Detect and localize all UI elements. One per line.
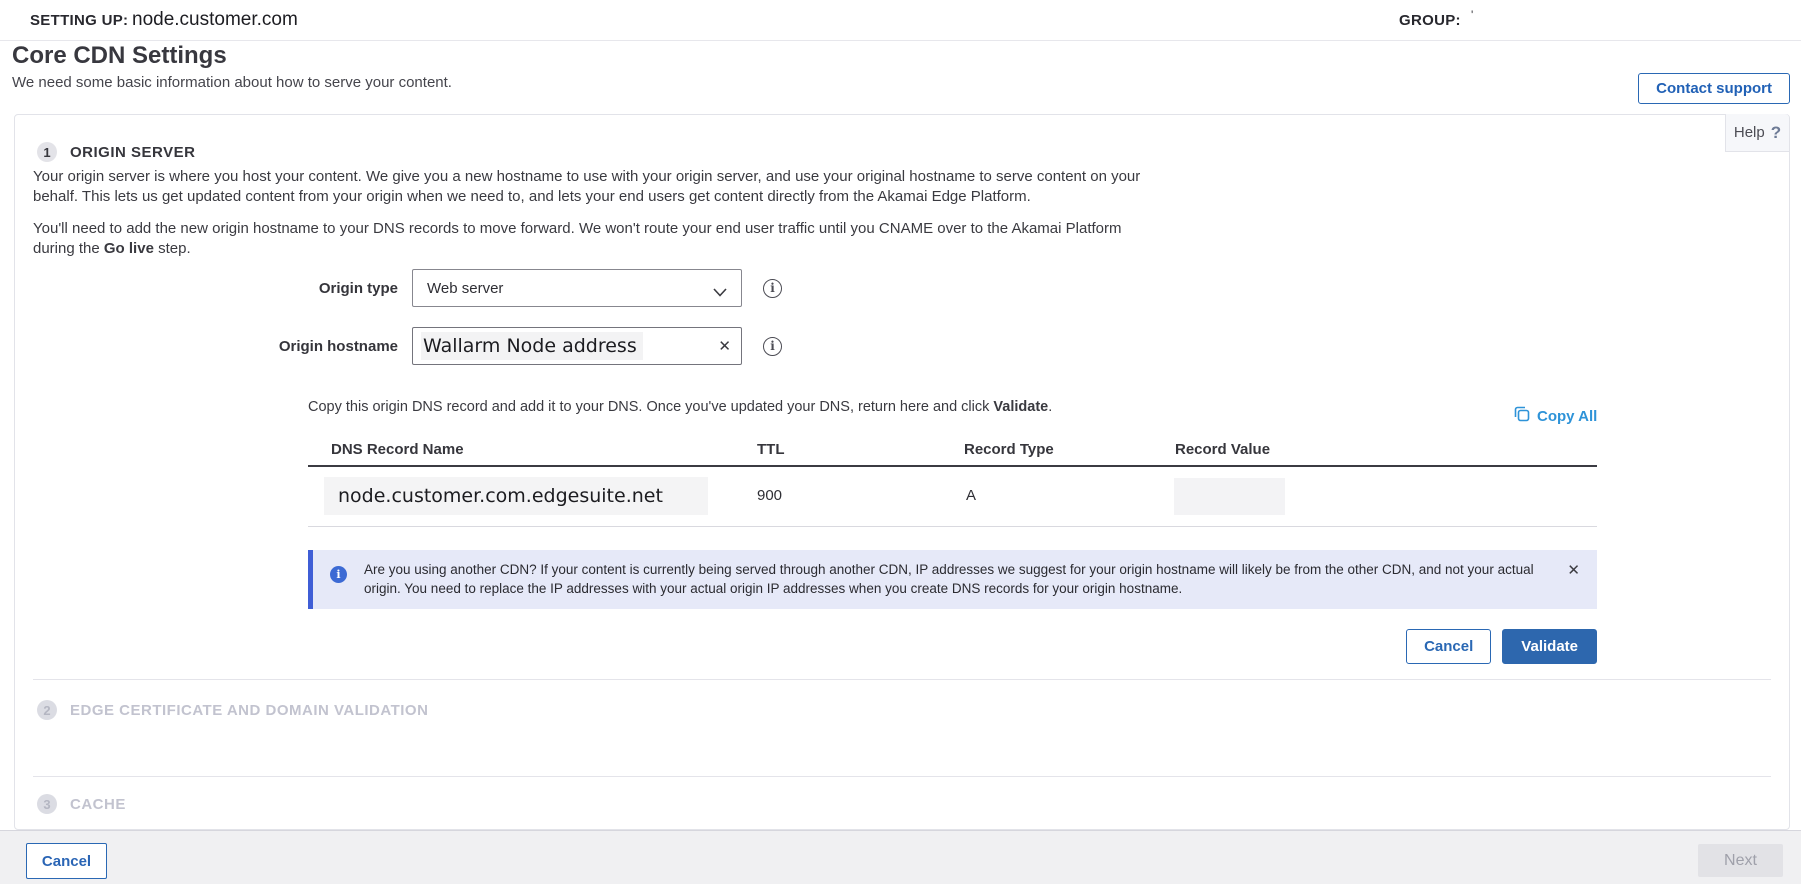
origin-hostname-row: Origin hostname Wallarm Node address ✕ i	[33, 327, 782, 365]
setting-up-label: SETTING UP:	[30, 12, 128, 29]
record-type-cell: A	[966, 487, 976, 504]
validate-emphasis: Validate	[993, 399, 1048, 415]
cancel-button[interactable]: Cancel	[1406, 629, 1491, 664]
section-divider	[33, 679, 1771, 680]
footer-bar: Cancel Next	[0, 830, 1801, 884]
section-cache-title: CACHE	[70, 796, 126, 813]
validate-button[interactable]: Validate	[1502, 629, 1597, 664]
origin-hostname-input[interactable]: Wallarm Node address ✕	[412, 327, 742, 365]
alert-message: Are you using another CDN? If your conte…	[364, 560, 1549, 598]
col-record-value: Record Value	[1175, 441, 1270, 458]
section-divider	[33, 776, 1771, 777]
section-edge-certificate-header: 2 EDGE CERTIFICATE AND DOMAIN VALIDATION	[37, 700, 428, 720]
go-live-emphasis: Go live	[104, 240, 154, 257]
step-1-badge: 1	[37, 142, 57, 162]
step-3-badge: 3	[37, 794, 57, 814]
copy-icon	[1514, 406, 1530, 426]
table-header-row: DNS Record Name TTL Record Type Record V…	[308, 439, 1597, 467]
other-cdn-alert: i Are you using another CDN? If your con…	[308, 550, 1597, 609]
dns-instructions-paragraph: You'll need to add the new origin hostna…	[33, 219, 1148, 259]
para2-pre: You'll need to add the new origin hostna…	[33, 220, 1122, 257]
col-record-type: Record Type	[964, 441, 1054, 458]
origin-description-paragraph: Your origin server is where you host you…	[33, 167, 1148, 207]
clear-input-icon[interactable]: ✕	[718, 337, 731, 355]
origin-type-row: Origin type Web server i	[33, 269, 782, 307]
info-icon: i	[330, 566, 347, 583]
origin-actions-row: Cancel Validate	[308, 629, 1597, 664]
copy-all-label: Copy All	[1537, 408, 1597, 425]
col-ttl: TTL	[757, 441, 785, 458]
col-dns-record-name: DNS Record Name	[331, 441, 464, 458]
section-origin-server-title: ORIGIN SERVER	[70, 144, 195, 161]
para2-post: step.	[154, 240, 191, 257]
origin-type-info-icon[interactable]: i	[763, 279, 782, 298]
help-tab[interactable]: Help ?	[1725, 114, 1789, 152]
dns-record-name-cell: node.customer.com.edgesuite.net	[324, 477, 708, 515]
help-label: Help	[1734, 124, 1765, 141]
setting-up-hostname: node.customer.com	[132, 9, 298, 31]
dns-records-table: DNS Record Name TTL Record Type Record V…	[308, 439, 1597, 527]
group-label: GROUP:	[1399, 12, 1461, 29]
contact-support-button[interactable]: Contact support	[1638, 73, 1790, 104]
footer-cancel-button[interactable]: Cancel	[26, 843, 107, 879]
origin-hostname-label: Origin hostname	[33, 338, 412, 355]
copy-all-link[interactable]: Copy All	[1514, 406, 1597, 426]
origin-type-label: Origin type	[33, 280, 412, 297]
origin-type-select[interactable]: Web server	[412, 269, 742, 307]
section-edge-certificate-title: EDGE CERTIFICATE AND DOMAIN VALIDATION	[70, 702, 428, 719]
origin-hostname-value: Wallarm Node address	[421, 332, 643, 360]
top-bar: SETTING UP: node.customer.com GROUP: '	[0, 0, 1801, 41]
section-origin-server-header: 1 ORIGIN SERVER	[37, 142, 195, 162]
section-cache-header: 3 CACHE	[37, 794, 126, 814]
settings-card: Help ? 1 ORIGIN SERVER Your origin serve…	[14, 114, 1790, 830]
dns-copy-instruction: Copy this origin DNS record and add it t…	[308, 399, 1052, 415]
table-row: node.customer.com.edgesuite.net 900 A	[308, 467, 1597, 527]
page-subtitle: We need some basic information about how…	[12, 74, 452, 91]
alert-close-icon[interactable]: ✕	[1567, 561, 1580, 579]
origin-hostname-info-icon[interactable]: i	[763, 337, 782, 356]
origin-type-value: Web server	[427, 280, 503, 297]
help-question-icon: ?	[1771, 123, 1781, 143]
group-value: '	[1471, 8, 1473, 22]
page-title: Core CDN Settings	[12, 42, 227, 70]
footer-next-button[interactable]: Next	[1698, 844, 1783, 877]
chevron-down-icon	[713, 284, 727, 301]
record-value-cell	[1174, 478, 1285, 515]
instruction-post: .	[1048, 399, 1052, 415]
ttl-cell: 900	[757, 487, 782, 504]
instruction-pre: Copy this origin DNS record and add it t…	[308, 399, 993, 415]
step-2-badge: 2	[37, 700, 57, 720]
